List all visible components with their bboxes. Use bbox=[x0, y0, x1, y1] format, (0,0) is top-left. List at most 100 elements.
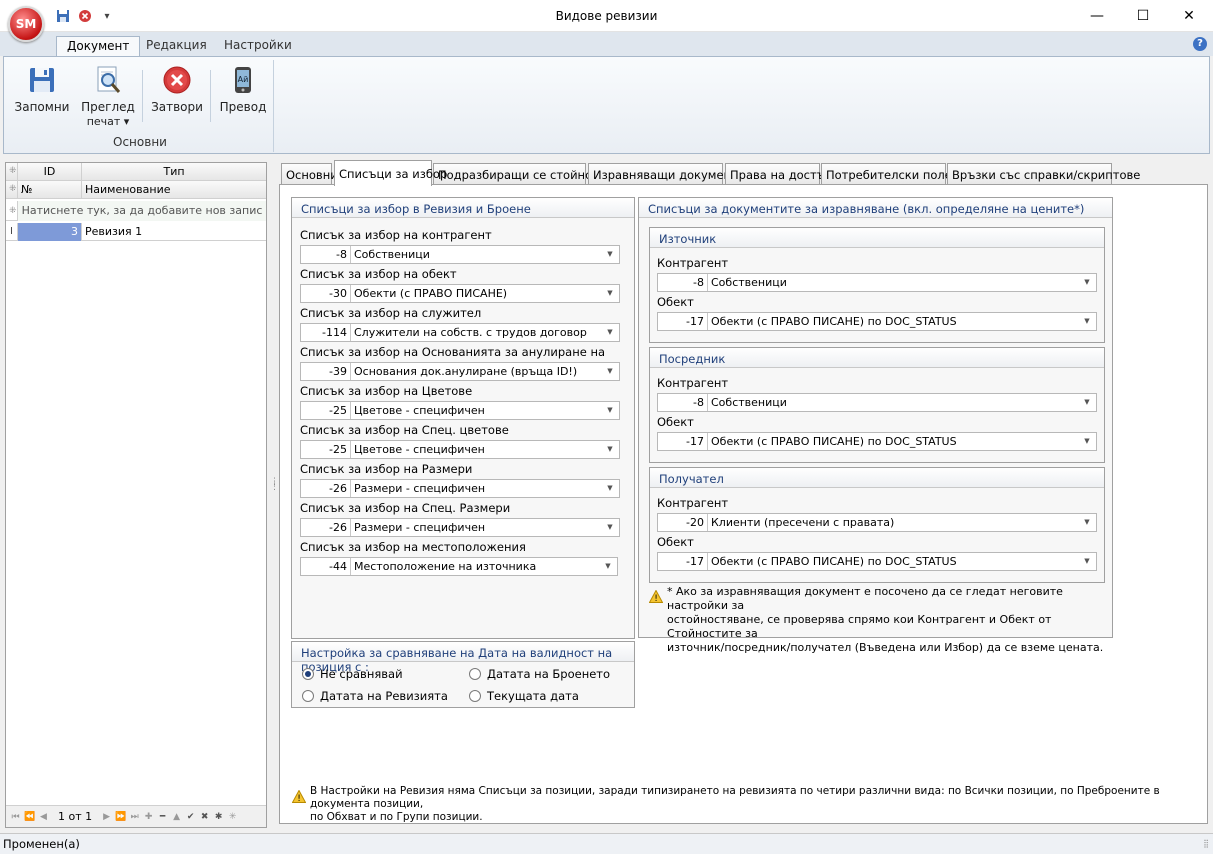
new-row-hint[interactable]: Натиснете тук, за да добавите нов запис bbox=[18, 201, 266, 221]
dropdown-arrow-icon[interactable]: ▼ bbox=[601, 519, 619, 536]
prev-page-icon[interactable]: ⏪ bbox=[24, 812, 35, 822]
pick-list-lookup[interactable]: -25 Цветове - специфичен ▼ bbox=[300, 401, 620, 420]
append-icon[interactable]: ✚ bbox=[143, 812, 154, 822]
move-up-icon[interactable]: ▲ bbox=[171, 812, 182, 822]
pick-list-lookup-value[interactable]: Основания док.анулиране (връща ID!) bbox=[352, 363, 600, 380]
object-lookup-value[interactable]: Обекти (с ПРАВО ПИСАНЕ) по DOC_STATUS bbox=[709, 313, 1077, 330]
column-header-type[interactable]: Тип bbox=[82, 163, 266, 181]
pick-list-lookup-value[interactable]: Местоположение на източника bbox=[352, 558, 598, 575]
pick-list-lookup-id[interactable]: -114 bbox=[301, 324, 351, 341]
cancel-icon[interactable]: ✖ bbox=[199, 812, 210, 822]
confirm-icon[interactable]: ✔ bbox=[185, 812, 196, 822]
pick-list-lookup-id[interactable]: -44 bbox=[301, 558, 351, 575]
app-logo-button[interactable]: SM bbox=[8, 6, 44, 42]
dropdown-arrow-icon[interactable]: ▼ bbox=[601, 402, 619, 419]
dropdown-arrow-icon[interactable]: ▼ bbox=[1078, 514, 1096, 531]
contractor-lookup[interactable]: -8 Собственици ▼ bbox=[657, 393, 1097, 412]
pick-list-lookup[interactable]: -114 Служители на собств. с трудов догово… bbox=[300, 323, 620, 342]
resize-grip-icon[interactable]: ⣿ bbox=[1203, 839, 1209, 848]
dropdown-arrow-icon[interactable]: ▼ bbox=[1078, 553, 1096, 570]
translate-button[interactable]: Aй Превод bbox=[214, 64, 272, 130]
contractor-lookup-id[interactable]: -8 bbox=[658, 394, 708, 411]
tab-pick-lists[interactable]: Списъци за избор bbox=[334, 160, 447, 186]
object-lookup-value[interactable]: Обекти (с ПРАВО ПИСАНЕ) по DOC_STATUS bbox=[709, 553, 1077, 570]
pick-list-lookup-id[interactable]: -39 bbox=[301, 363, 351, 380]
dropdown-arrow-icon[interactable]: ▼ bbox=[601, 246, 619, 263]
help-icon[interactable]: ? bbox=[1193, 37, 1207, 51]
object-lookup-id[interactable]: -17 bbox=[658, 313, 708, 330]
pick-list-lookup[interactable]: -39 Основания док.анулиране (връща ID!) ▼ bbox=[300, 362, 620, 381]
dropdown-arrow-icon[interactable]: ▼ bbox=[1078, 274, 1096, 291]
tab-default-values[interactable]: Подразбиращи се стойности bbox=[433, 163, 613, 185]
column-header-number[interactable]: № bbox=[18, 181, 82, 199]
ribbon-tab-document[interactable]: Документ bbox=[56, 36, 141, 56]
pick-list-lookup-id[interactable]: -26 bbox=[301, 480, 351, 497]
dropdown-arrow-icon[interactable]: ▼ bbox=[601, 441, 619, 458]
panel-splitter[interactable]: ⋮ ⋮ bbox=[270, 478, 279, 500]
pick-list-lookup-value[interactable]: Цветове - специфичен bbox=[352, 441, 600, 458]
pick-list-lookup[interactable]: -25 Цветове - специфичен ▼ bbox=[300, 440, 620, 459]
dropdown-arrow-icon[interactable]: ▼ bbox=[601, 324, 619, 341]
radio-revision-date[interactable] bbox=[302, 690, 314, 702]
object-lookup[interactable]: -17 Обекти (с ПРАВО ПИСАНЕ) по DOC_STATUS… bbox=[657, 312, 1097, 331]
contractor-lookup-value[interactable]: Собственици bbox=[709, 274, 1077, 291]
pick-list-lookup[interactable]: -26 Размери - специфичен ▼ bbox=[300, 479, 620, 498]
close-button[interactable]: Затвори bbox=[146, 64, 208, 130]
contractor-lookup-id[interactable]: -20 bbox=[658, 514, 708, 531]
dropdown-arrow-icon[interactable]: ▼ bbox=[599, 558, 617, 575]
object-lookup[interactable]: -17 Обекти (с ПРАВО ПИСАНЕ) по DOC_STATUS… bbox=[657, 552, 1097, 571]
column-header-name[interactable]: Наименование bbox=[82, 181, 266, 199]
contractor-lookup-value[interactable]: Клиенти (пресечени с правата) bbox=[709, 514, 1077, 531]
tab-custom-fields[interactable]: Потребителски полета bbox=[821, 163, 966, 185]
tab-report-links[interactable]: Връзки със справки/скриптове bbox=[947, 163, 1140, 185]
contractor-lookup-id[interactable]: -8 bbox=[658, 274, 708, 291]
dropdown-arrow-icon[interactable]: ▼ bbox=[601, 480, 619, 497]
new-row[interactable]: ⁜ Натиснете тук, за да добавите нов запи… bbox=[6, 201, 266, 221]
maximize-button[interactable]: ☐ bbox=[1120, 0, 1166, 31]
last-page-icon[interactable]: ⏭ bbox=[129, 812, 140, 822]
dropdown-arrow-icon[interactable]: ▼ bbox=[601, 285, 619, 302]
table-row[interactable]: I 3 Ревизия 1 bbox=[6, 223, 266, 241]
dropdown-arrow-icon[interactable]: ▼ bbox=[1078, 313, 1096, 330]
pick-list-lookup[interactable]: -44 Местоположение на източника ▼ bbox=[300, 557, 618, 576]
prev-record-icon[interactable]: ◀ bbox=[38, 812, 49, 822]
object-lookup[interactable]: -17 Обекти (с ПРАВО ПИСАНЕ) по DOC_STATUS… bbox=[657, 432, 1097, 451]
pick-list-lookup-id[interactable]: -8 bbox=[301, 246, 351, 263]
object-lookup-value[interactable]: Обекти (с ПРАВО ПИСАНЕ) по DOC_STATUS bbox=[709, 433, 1077, 450]
radio-no-compare[interactable] bbox=[302, 668, 314, 680]
pick-list-lookup-value[interactable]: Служители на собств. с трудов договор bbox=[352, 324, 600, 341]
contractor-lookup[interactable]: -8 Собственици ▼ bbox=[657, 273, 1097, 292]
dropdown-arrow-icon[interactable]: ▼ bbox=[1078, 433, 1096, 450]
dropdown-arrow-icon[interactable]: ▼ bbox=[1078, 394, 1096, 411]
pick-list-lookup-id[interactable]: -25 bbox=[301, 441, 351, 458]
dropdown-arrow-icon[interactable]: ▼ bbox=[601, 363, 619, 380]
ribbon-tab-edit[interactable]: Редакция bbox=[136, 36, 217, 56]
pick-list-lookup-id[interactable]: -30 bbox=[301, 285, 351, 302]
row-name-cell[interactable]: Ревизия 1 bbox=[82, 223, 266, 241]
pick-list-lookup-value[interactable]: Размери - специфичен bbox=[352, 519, 600, 536]
contractor-lookup-value[interactable]: Собственици bbox=[709, 394, 1077, 411]
object-lookup-id[interactable]: -17 bbox=[658, 553, 708, 570]
pick-list-lookup[interactable]: -30 Обекти (с ПРАВО ПИСАНЕ) ▼ bbox=[300, 284, 620, 303]
tab-basic[interactable]: Основни bbox=[281, 163, 338, 185]
pick-list-lookup-value[interactable]: Обекти (с ПРАВО ПИСАНЕ) bbox=[352, 285, 600, 302]
filter-icon[interactable]: ✱ bbox=[213, 812, 224, 822]
next-page-icon[interactable]: ⏩ bbox=[115, 812, 126, 822]
radio-current-date[interactable] bbox=[469, 690, 481, 702]
pick-list-lookup-value[interactable]: Цветове - специфичен bbox=[352, 402, 600, 419]
first-page-icon[interactable]: ⏮ bbox=[10, 812, 21, 822]
pick-list-lookup-id[interactable]: -25 bbox=[301, 402, 351, 419]
ribbon-tab-settings[interactable]: Настройки bbox=[214, 36, 302, 56]
pick-list-lookup-id[interactable]: -26 bbox=[301, 519, 351, 536]
next-record-icon[interactable]: ▶ bbox=[101, 812, 112, 822]
tab-equalizing-documents[interactable]: Изравняващи документи bbox=[588, 163, 745, 185]
delete-record-icon[interactable]: ━ bbox=[157, 812, 168, 822]
pick-list-lookup[interactable]: -8 Собственици ▼ bbox=[300, 245, 620, 264]
close-window-button[interactable]: ✕ bbox=[1166, 0, 1212, 31]
print-preview-button[interactable]: Преглед печат ▾ bbox=[78, 64, 138, 130]
pick-list-lookup[interactable]: -26 Размери - специфичен ▼ bbox=[300, 518, 620, 537]
save-button[interactable]: Запомни bbox=[12, 64, 72, 130]
contractor-lookup[interactable]: -20 Клиенти (пресечени с правата) ▼ bbox=[657, 513, 1097, 532]
minimize-button[interactable]: — bbox=[1074, 0, 1120, 31]
column-header-id[interactable]: ID bbox=[18, 163, 82, 181]
